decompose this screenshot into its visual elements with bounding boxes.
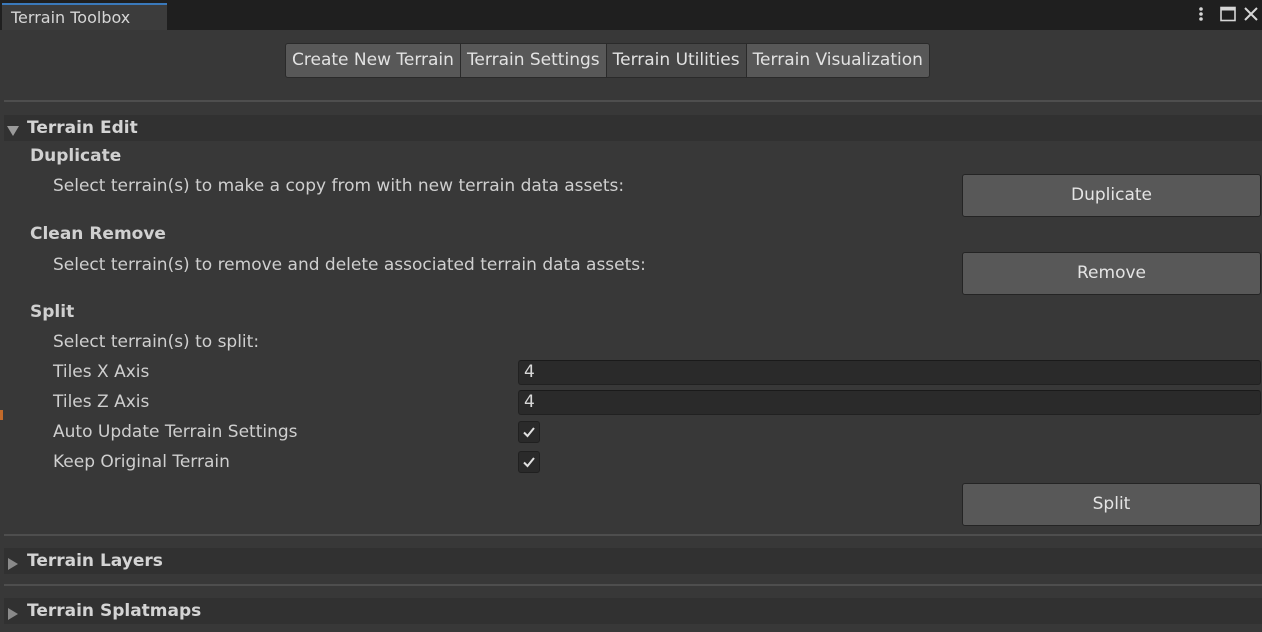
window-titlebar: Terrain Toolbox xyxy=(0,0,1262,30)
divider xyxy=(4,100,1262,102)
maximize-icon[interactable] xyxy=(1218,4,1238,24)
tab-terrain-utilities[interactable]: Terrain Utilities xyxy=(606,43,747,78)
foldout-terrain-layers[interactable]: Terrain Layers xyxy=(4,548,1262,574)
window-edge-marker xyxy=(0,410,3,420)
terrain-toolbox-window: Terrain Toolbox Create New Terrain Terra… xyxy=(0,0,1262,632)
foldout-terrain-edit[interactable]: Terrain Edit xyxy=(4,115,1262,141)
checkmark-icon xyxy=(523,427,535,438)
foldout-title: Terrain Edit xyxy=(27,118,138,138)
foldout-title: Terrain Splatmaps xyxy=(27,601,202,621)
tab-create-new-terrain[interactable]: Create New Terrain xyxy=(285,43,461,78)
more-options-icon[interactable] xyxy=(1191,4,1211,24)
checkmark-icon xyxy=(523,457,535,468)
foldout-collapsed-arrow-icon xyxy=(7,605,19,620)
foldout-terrain-splatmaps[interactable]: Terrain Splatmaps xyxy=(4,598,1262,624)
foldout-collapsed-arrow-icon xyxy=(7,555,19,570)
keep-original-checkbox[interactable] xyxy=(518,451,540,473)
window-tab[interactable]: Terrain Toolbox xyxy=(2,3,167,30)
close-icon[interactable] xyxy=(1241,4,1261,24)
duplicate-description: Select terrain(s) to make a copy from wi… xyxy=(53,176,625,196)
tiles-z-input[interactable]: 4 xyxy=(518,390,1261,415)
split-button[interactable]: Split xyxy=(962,483,1261,526)
duplicate-title: Duplicate xyxy=(30,146,122,166)
auto-update-checkbox[interactable] xyxy=(518,421,540,443)
auto-update-label: Auto Update Terrain Settings xyxy=(53,422,298,442)
tab-terrain-visualization[interactable]: Terrain Visualization xyxy=(746,43,930,78)
tiles-x-input[interactable]: 4 xyxy=(518,360,1261,385)
split-description: Select terrain(s) to split: xyxy=(53,332,260,352)
clean-remove-title: Clean Remove xyxy=(30,224,166,244)
foldout-expanded-arrow-icon xyxy=(7,122,19,136)
foldout-title: Terrain Layers xyxy=(27,551,163,571)
duplicate-button[interactable]: Duplicate xyxy=(962,174,1261,217)
divider xyxy=(4,534,1262,536)
keep-original-label: Keep Original Terrain xyxy=(53,452,230,472)
tab-terrain-settings[interactable]: Terrain Settings xyxy=(460,43,607,78)
toolbox-tabs: Create New Terrain Terrain Settings Terr… xyxy=(285,43,930,78)
clean-remove-description: Select terrain(s) to remove and delete a… xyxy=(53,255,646,275)
tiles-z-label: Tiles Z Axis xyxy=(53,392,150,412)
remove-button[interactable]: Remove xyxy=(962,252,1261,295)
tiles-x-label: Tiles X Axis xyxy=(53,362,150,382)
divider xyxy=(4,584,1262,586)
split-title: Split xyxy=(30,302,75,322)
